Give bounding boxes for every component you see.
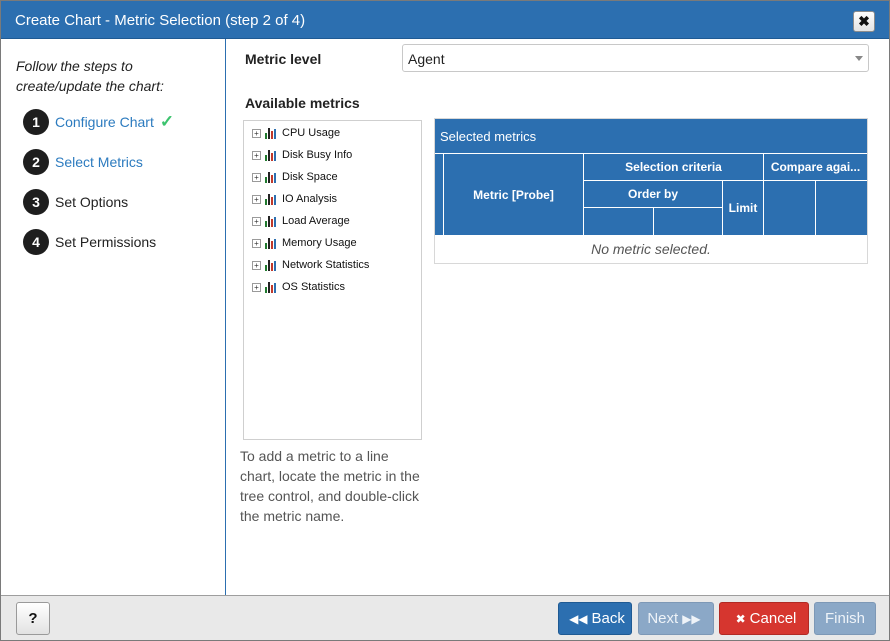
tree-node-load-average[interactable]: + Load Average (252, 213, 350, 229)
column-header-compare: Compare agai... (763, 153, 867, 180)
tree-node-label[interactable]: OS Statistics (282, 281, 345, 293)
metrics-tree[interactable]: + CPU Usage + Disk Busy Info + Disk Spac… (243, 120, 422, 440)
next-button[interactable]: Next ▶▶ (638, 602, 714, 635)
tree-node-io-analysis[interactable]: + IO Analysis (252, 191, 337, 207)
tree-node-disk-space[interactable]: + Disk Space (252, 169, 338, 185)
close-icon: ✖ (858, 13, 870, 29)
step-label[interactable]: Configure Chart (55, 114, 154, 130)
step-number: 2 (23, 149, 49, 175)
metric-level-value: Agent (408, 51, 445, 67)
step-number: 4 (23, 229, 49, 255)
bar-chart-icon (265, 259, 277, 271)
tree-node-disk-busy-info[interactable]: + Disk Busy Info (252, 147, 352, 163)
tree-node-label[interactable]: Network Statistics (282, 259, 369, 271)
tree-node-cpu-usage[interactable]: + CPU Usage (252, 125, 340, 141)
bar-chart-icon (265, 149, 277, 161)
finish-button[interactable]: Finish (814, 602, 876, 635)
selected-metrics-panel: Selected metrics Metric [Probe] Selectio… (434, 118, 868, 264)
expand-icon[interactable]: + (252, 194, 261, 204)
back-label: Back (591, 610, 625, 627)
step-set-permissions: 4 Set Permissions (23, 229, 156, 255)
column-header-limit[interactable]: Limit (722, 180, 763, 235)
tree-node-label[interactable]: Memory Usage (282, 237, 357, 249)
tree-node-label[interactable]: Load Average (282, 215, 350, 227)
step-number: 3 (23, 189, 49, 215)
dialog-titlebar: Create Chart - Metric Selection (step 2 … (1, 1, 889, 39)
close-button[interactable]: ✖ (853, 11, 875, 32)
step-label[interactable]: Select Metrics (55, 154, 143, 170)
column-header-compare-sub2 (815, 180, 867, 235)
column-header-metric[interactable]: Metric [Probe] (443, 153, 583, 235)
dialog-footer: ? ◀◀ Back Next ▶▶ ✖ Cancel Finish (1, 595, 889, 640)
column-header-order-sub2 (653, 207, 722, 235)
step-label: Set Permissions (55, 234, 157, 250)
main-content: Metric level Agent Available metrics + C… (227, 39, 889, 595)
column-header-order-by[interactable]: Order by (583, 180, 722, 207)
expand-icon[interactable]: + (252, 172, 261, 182)
next-arrow-icon: ▶▶ (682, 611, 701, 626)
cancel-button[interactable]: ✖ Cancel (719, 602, 809, 635)
row-selector-header (435, 153, 443, 235)
expand-icon[interactable]: + (252, 238, 261, 248)
selected-metrics-title: Selected metrics (435, 119, 867, 153)
back-arrow-icon: ◀◀ (569, 611, 588, 626)
step-select-metrics[interactable]: 2 Select Metrics (23, 149, 143, 175)
tree-node-label[interactable]: IO Analysis (282, 193, 337, 205)
column-header-selection-criteria: Selection criteria (583, 153, 763, 180)
cancel-label: Cancel (749, 610, 797, 627)
chevron-down-icon (855, 56, 863, 61)
tree-node-memory-usage[interactable]: + Memory Usage (252, 235, 357, 251)
metric-level-label: Metric level (245, 51, 322, 67)
next-label: Next (647, 610, 679, 627)
bar-chart-icon (265, 215, 277, 227)
bar-chart-icon (265, 171, 277, 183)
column-header-order-sub1 (583, 207, 653, 235)
expand-icon[interactable]: + (252, 216, 261, 226)
create-chart-dialog: Create Chart - Metric Selection (step 2 … (0, 0, 890, 641)
cancel-icon: ✖ (735, 611, 746, 626)
metric-level-select[interactable]: Agent (402, 44, 869, 72)
tree-node-label[interactable]: Disk Space (282, 171, 338, 183)
steps-intro: Follow the steps to create/update the ch… (16, 58, 164, 94)
bar-chart-icon (265, 127, 277, 139)
back-button[interactable]: ◀◀ Back (558, 602, 632, 635)
selected-metrics-header: Metric [Probe] Selection criteria Compar… (435, 153, 867, 235)
bar-chart-icon (265, 193, 277, 205)
column-header-compare-sub1 (763, 180, 815, 235)
available-metrics-label: Available metrics (245, 95, 360, 111)
bar-chart-icon (265, 237, 277, 249)
help-button[interactable]: ? (16, 602, 50, 635)
checkmark-icon: ✓ (159, 112, 175, 131)
step-configure-chart[interactable]: 1 Configure Chart ✓ (23, 109, 174, 135)
expand-icon[interactable]: + (252, 260, 261, 270)
step-label: Set Options (55, 194, 129, 210)
tree-node-label[interactable]: CPU Usage (282, 127, 340, 139)
tree-node-network-statistics[interactable]: + Network Statistics (252, 257, 369, 273)
steps-sidebar: Follow the steps to create/update the ch… (1, 39, 226, 595)
help-text: To add a metric to a line chart, locate … (240, 448, 420, 524)
step-set-options: 3 Set Options (23, 189, 128, 215)
tree-node-label[interactable]: Disk Busy Info (282, 149, 352, 161)
tree-node-os-statistics[interactable]: + OS Statistics (252, 279, 345, 295)
empty-message: No metric selected. (591, 241, 711, 257)
expand-icon[interactable]: + (252, 282, 261, 292)
expand-icon[interactable]: + (252, 150, 261, 160)
bar-chart-icon (265, 281, 277, 293)
expand-icon[interactable]: + (252, 128, 261, 138)
step-number: 1 (23, 109, 49, 135)
dialog-title: Create Chart - Metric Selection (step 2 … (15, 12, 306, 29)
